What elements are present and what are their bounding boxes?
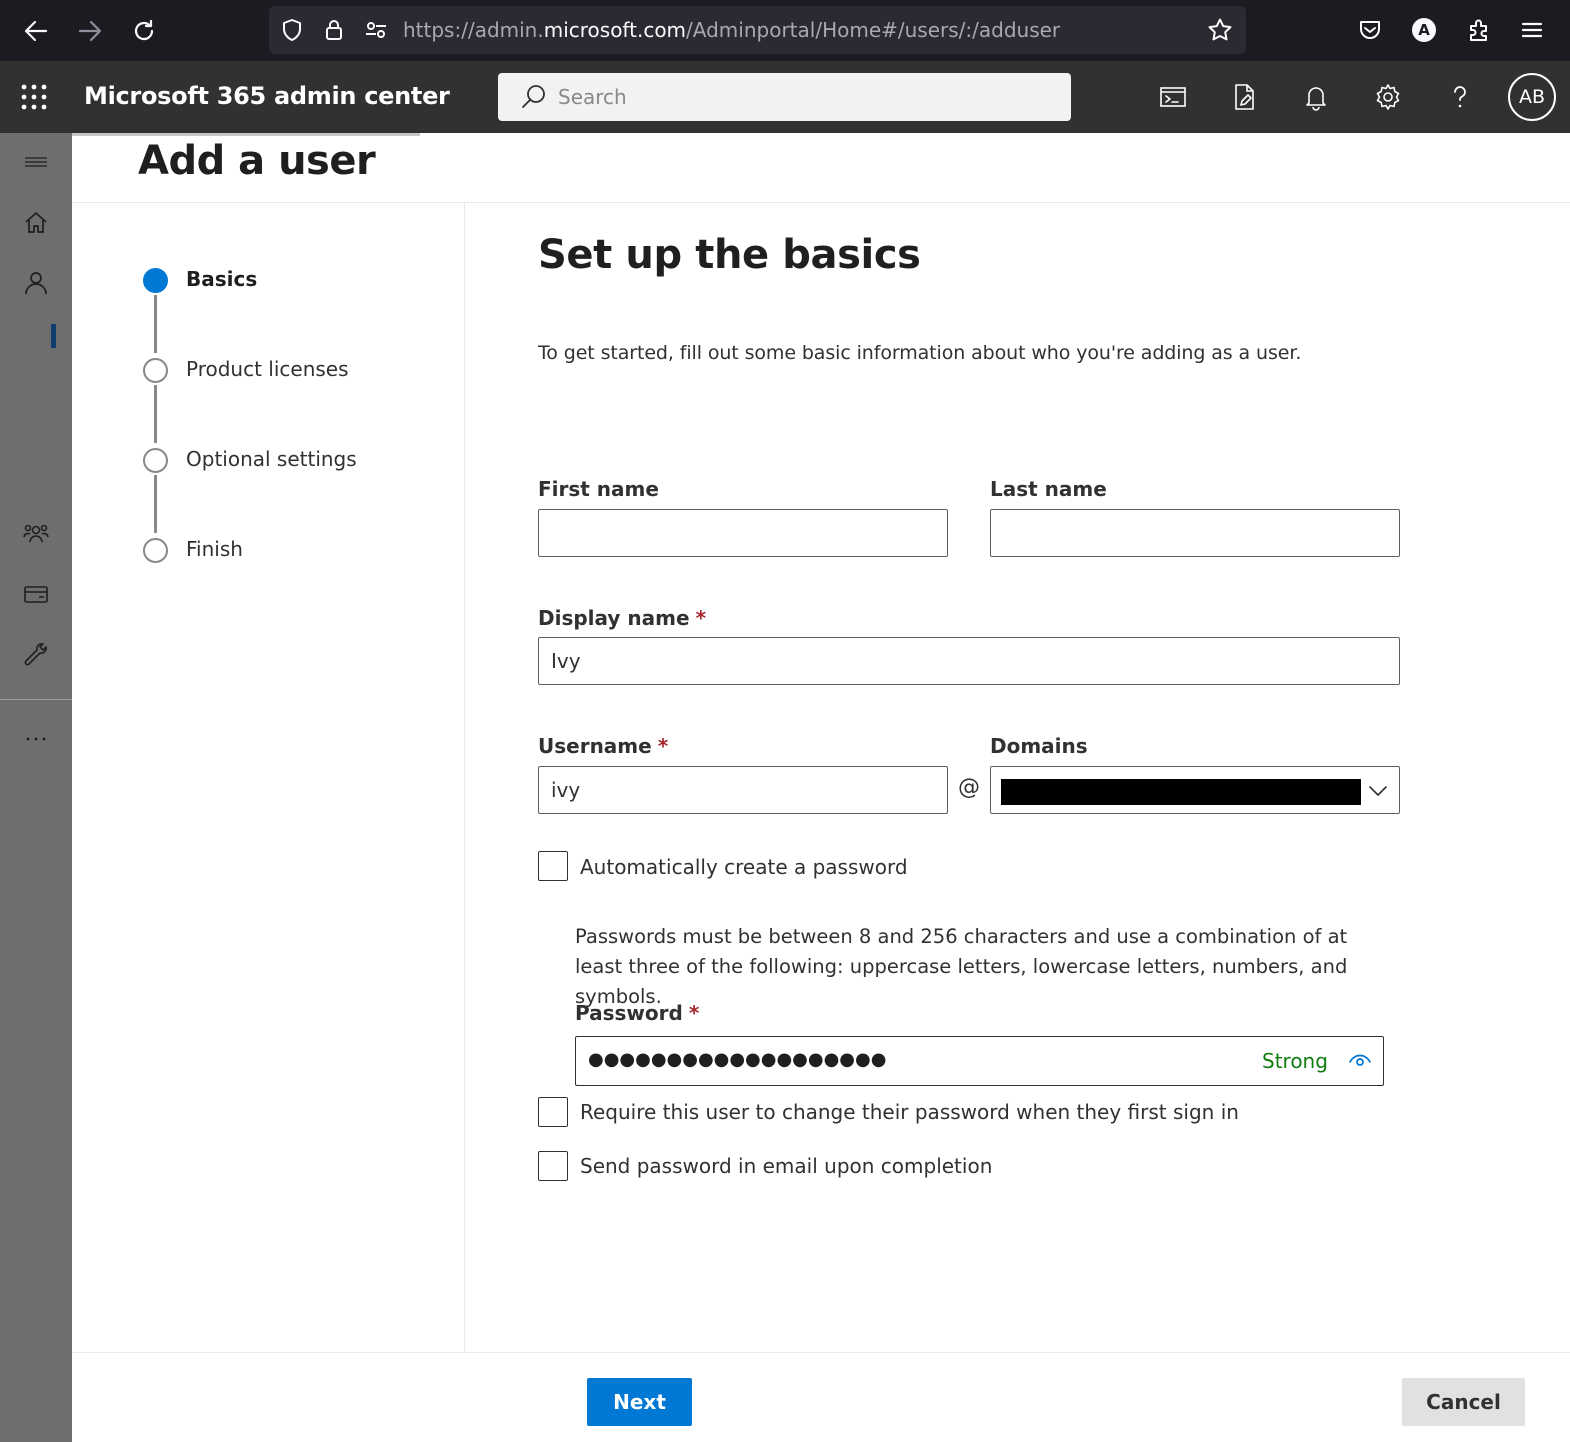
password-strength: Strong <box>1262 1049 1328 1073</box>
shield-icon[interactable] <box>279 17 305 43</box>
nav-collapse-hamburger-icon[interactable] <box>20 146 52 178</box>
avatar[interactable]: AB <box>1508 73 1556 121</box>
section-title: Set up the basics <box>538 232 921 278</box>
username-label-text: Username <box>538 734 652 758</box>
header-progress-line <box>72 133 420 136</box>
url-host: microsoft.com <box>543 18 687 42</box>
setup-wrench-icon[interactable] <box>20 638 52 670</box>
last-name-field[interactable] <box>991 510 1399 556</box>
bookmark-star-icon[interactable] <box>1207 17 1233 43</box>
password-masked-value: ●●●●●●●●●●●●●●●●●●● <box>588 1049 887 1070</box>
display-name-label-text: Display name <box>538 606 690 630</box>
permissions-icon[interactable] <box>363 17 389 43</box>
last-name-label: Last name <box>990 477 1107 501</box>
title-divider <box>72 202 1570 203</box>
display-name-field-wrapper <box>538 637 1400 685</box>
send-password-email-label[interactable]: Send password in email upon completion <box>580 1154 992 1178</box>
terminal-icon[interactable] <box>1155 79 1191 115</box>
required-mark: * <box>657 734 669 758</box>
step-connector <box>154 295 157 353</box>
intro-text: To get started, fill out some basic info… <box>538 342 1302 364</box>
menu-icon[interactable] <box>1516 14 1548 46</box>
url-text[interactable]: https://admin.microsoft.com/Adminportal/… <box>403 18 1060 42</box>
first-name-label: First name <box>538 477 659 501</box>
account-icon[interactable]: A <box>1408 14 1440 46</box>
settings-gear-icon[interactable] <box>1370 79 1406 115</box>
required-mark: * <box>688 1001 700 1025</box>
password-label: Password * <box>575 1001 699 1025</box>
app-launcher-icon[interactable] <box>20 83 48 111</box>
step-indicator-active <box>143 268 168 293</box>
billing-card-icon[interactable] <box>20 578 52 610</box>
first-name-field-wrapper <box>538 509 948 557</box>
app-title[interactable]: Microsoft 365 admin center <box>84 82 450 110</box>
domains-dropdown[interactable] <box>990 766 1400 814</box>
account-initial: A <box>1418 21 1430 39</box>
url-prefix: https://admin. <box>403 18 544 42</box>
cancel-button[interactable]: Cancel <box>1402 1378 1525 1426</box>
page-title: Add a user <box>138 138 376 184</box>
notifications-bell-icon[interactable] <box>1298 79 1334 115</box>
auto-password-checkbox[interactable] <box>538 851 568 881</box>
require-password-change-checkbox[interactable] <box>538 1097 568 1127</box>
arrow-left-icon <box>24 20 48 42</box>
lock-icon[interactable] <box>321 17 347 43</box>
step-connector <box>154 475 157 533</box>
left-navigation-rail <box>0 133 72 1442</box>
username-label: Username * <box>538 734 668 758</box>
step-indicator <box>143 538 168 563</box>
step-connector <box>154 385 157 443</box>
send-password-email-checkbox[interactable] <box>538 1151 568 1181</box>
help-question-icon[interactable] <box>1442 79 1478 115</box>
users-person-icon[interactable] <box>20 267 52 299</box>
reload-icon <box>134 19 154 41</box>
footer-divider <box>72 1352 1570 1353</box>
extensions-icon[interactable] <box>1463 14 1495 46</box>
active-nav-indicator <box>51 324 56 348</box>
teams-groups-icon[interactable] <box>20 518 52 550</box>
password-field[interactable]: ●●●●●●●●●●●●●●●●●●● Strong <box>575 1036 1384 1086</box>
first-name-field[interactable] <box>539 510 947 556</box>
username-field[interactable] <box>539 767 947 813</box>
step-label: Optional settings <box>186 447 357 471</box>
step-label: Basics <box>186 267 258 291</box>
next-button[interactable]: Next <box>587 1378 692 1426</box>
rail-divider <box>0 699 72 700</box>
search-box[interactable] <box>498 73 1071 121</box>
url-path: /Adminportal/Home#/users/:/adduser <box>686 18 1061 42</box>
show-password-eye-icon[interactable] <box>1348 1049 1372 1073</box>
last-name-field-wrapper <box>990 509 1400 557</box>
display-name-field[interactable] <box>539 638 1399 684</box>
display-name-label: Display name * <box>538 606 706 630</box>
address-bar[interactable]: https://admin.microsoft.com/Adminportal/… <box>269 6 1246 54</box>
app-header: Microsoft 365 admin center AB <box>0 61 1570 133</box>
step-label: Product licenses <box>186 357 349 381</box>
username-field-wrapper <box>538 766 948 814</box>
arrow-right-icon <box>78 20 102 42</box>
auto-password-label[interactable]: Automatically create a password <box>580 855 908 879</box>
step-label: Finish <box>186 537 243 561</box>
back-button[interactable] <box>17 12 55 50</box>
pocket-icon[interactable] <box>1354 14 1386 46</box>
at-sign: @ <box>958 775 980 800</box>
browser-toolbar: https://admin.microsoft.com/Adminportal/… <box>0 0 1570 61</box>
steps-divider <box>464 203 465 1352</box>
forward-button[interactable] <box>71 12 109 50</box>
home-icon[interactable] <box>20 207 52 239</box>
password-label-text: Password <box>575 1001 683 1025</box>
search-icon <box>522 85 545 108</box>
password-requirements-text: Passwords must be between 8 and 256 char… <box>575 925 1348 1008</box>
chevron-down-icon <box>1369 786 1387 796</box>
require-password-change-label[interactable]: Require this user to change their passwo… <box>580 1100 1239 1124</box>
required-mark: * <box>695 606 707 630</box>
step-indicator <box>143 358 168 383</box>
redacted-domain-value <box>1001 779 1361 805</box>
document-edit-icon[interactable] <box>1226 79 1262 115</box>
step-indicator <box>143 448 168 473</box>
search-input[interactable] <box>558 79 1038 115</box>
domains-label: Domains <box>990 734 1088 758</box>
reload-button[interactable] <box>125 12 163 50</box>
more-ellipsis-icon[interactable] <box>20 722 52 754</box>
